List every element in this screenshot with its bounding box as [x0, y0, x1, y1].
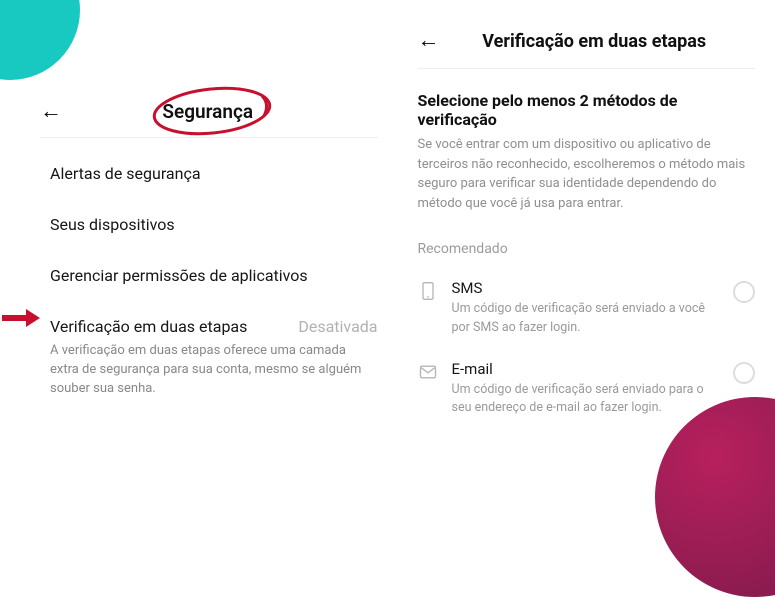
method-option-sms[interactable]: SMS Um código de verificação será enviad… — [418, 279, 756, 338]
two-step-setup-pane: ← Verificação em duas etapas Selecione p… — [398, 0, 775, 517]
security-settings-pane: ← Segurança Alertas de segurança Seus di… — [0, 0, 398, 517]
method-option-email[interactable]: E-mail Um código de verificação será env… — [418, 360, 756, 419]
menu-item-label: Seus dispositivos — [50, 215, 378, 234]
security-menu-list: Alertas de segurança Seus dispositivos G… — [40, 148, 378, 415]
two-step-description: A verificação em duas etapas oferece uma… — [50, 342, 378, 399]
phone-icon — [418, 281, 438, 301]
menu-item-manage-app-permissions[interactable]: Gerenciar permissões de aplicativos — [40, 250, 378, 301]
back-arrow-icon[interactable]: ← — [40, 101, 62, 123]
recommended-label: Recomendado — [418, 241, 756, 257]
method-body: E-mail Um código de verificação será env… — [452, 360, 720, 419]
method-radio-email[interactable] — [733, 362, 755, 384]
mail-icon — [418, 362, 438, 382]
right-header: ← Verificação em duas etapas — [418, 30, 756, 69]
menu-item-your-devices[interactable]: Seus dispositivos — [40, 199, 378, 250]
page-title-security: Segurança — [162, 100, 253, 123]
method-description: Um código de verificação será enviado pa… — [452, 381, 720, 419]
section-description: Se você entrar com um dispositivo ou apl… — [418, 135, 756, 213]
left-header: ← Segurança — [40, 100, 378, 138]
method-label: E-mail — [452, 360, 720, 378]
menu-item-security-alerts[interactable]: Alertas de segurança — [40, 148, 378, 199]
section-heading: Selecione pelo menos 2 métodos de verifi… — [418, 91, 756, 129]
menu-item-label: Alertas de segurança — [50, 164, 378, 183]
method-label: SMS — [452, 279, 720, 297]
method-body: SMS Um código de verificação será enviad… — [452, 279, 720, 338]
title-text: Segurança — [162, 100, 253, 123]
back-arrow-icon[interactable]: ← — [418, 30, 440, 52]
page-title-two-step: Verificação em duas etapas — [482, 31, 706, 52]
menu-item-label: Verificação em duas etapas — [50, 317, 247, 336]
method-radio-sms[interactable] — [733, 281, 755, 303]
menu-item-label: Gerenciar permissões de aplicativos — [50, 266, 378, 285]
menu-item-two-step-verification[interactable]: Verificação em duas etapas Desativada A … — [40, 301, 378, 415]
two-step-status: Desativada — [298, 317, 377, 336]
annotation-arrow-icon — [0, 307, 42, 329]
method-description: Um código de verificação será enviado a … — [452, 300, 720, 338]
